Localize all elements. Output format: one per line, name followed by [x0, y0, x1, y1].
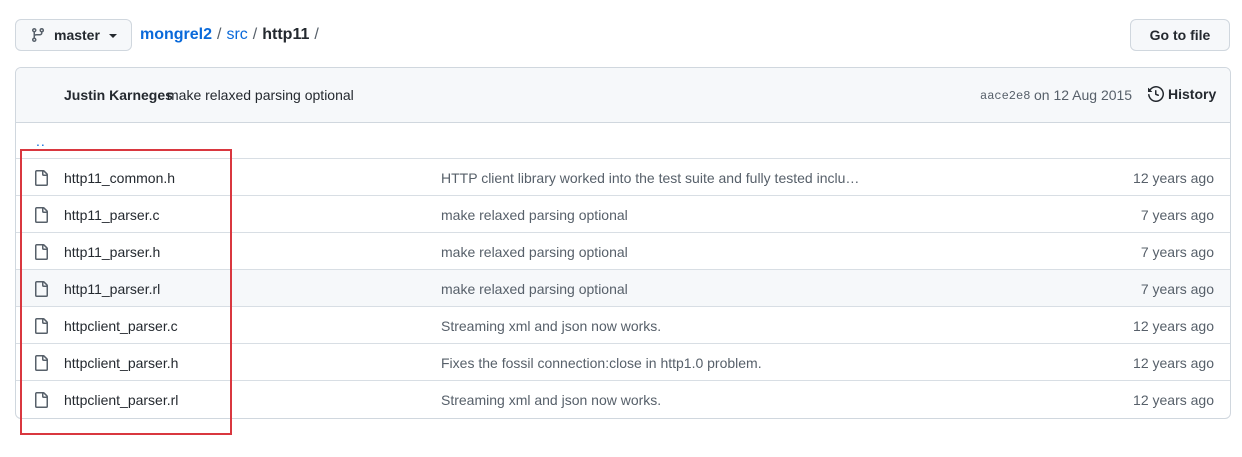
file-row[interactable]: httpclient_parser.h Fixes the fossil conn…: [16, 344, 1230, 381]
file-icon: [33, 207, 49, 226]
file-commit-age: 7 years ago: [1140, 207, 1214, 223]
latest-commit-header: Justin Karneges make relaxed parsing opt…: [16, 68, 1230, 123]
parent-directory-row[interactable]: ..: [16, 123, 1230, 159]
go-to-file-button[interactable]: Go to file: [1130, 19, 1230, 51]
branch-select-button[interactable]: master: [15, 19, 132, 51]
commit-author-link[interactable]: Justin Karneges: [64, 87, 173, 103]
file-commit-message-link[interactable]: Fixes the fossil connection:close in htt…: [441, 355, 762, 371]
file-icon: [33, 244, 49, 263]
breadcrumb-separator: /: [217, 26, 222, 43]
git-branch-icon: [32, 27, 44, 43]
file-icon: [33, 355, 49, 374]
breadcrumb-separator: /: [314, 26, 319, 43]
file-commit-message-link[interactable]: make relaxed parsing optional: [441, 281, 628, 297]
file-name-link[interactable]: http11_parser.c: [64, 207, 159, 223]
history-link[interactable]: History: [1148, 86, 1216, 102]
branch-label: master: [54, 27, 100, 43]
breadcrumb-current: http11: [262, 26, 310, 43]
commit-date: on 12 Aug 2015: [1034, 87, 1133, 103]
file-name-link[interactable]: httpclient_parser.h: [64, 355, 178, 371]
file-row[interactable]: httpclient_parser.rl Streaming xml and js…: [16, 381, 1230, 418]
history-label: History: [1168, 86, 1217, 102]
file-commit-message-link[interactable]: Streaming xml and json now works.: [441, 318, 661, 334]
file-row[interactable]: http11_parser.h make relaxed parsing opti…: [16, 233, 1230, 270]
file-row[interactable]: http11_common.h HTTP client library worke…: [16, 159, 1230, 196]
file-row[interactable]: http11_parser.c make relaxed parsing opti…: [16, 196, 1230, 233]
breadcrumb-repo-link[interactable]: mongrel2: [140, 24, 212, 46]
breadcrumb-src-link[interactable]: src: [226, 24, 247, 46]
file-commit-age: 12 years ago: [1133, 170, 1214, 186]
file-commit-age: 12 years ago: [1133, 355, 1214, 371]
caret-down-icon: [108, 34, 117, 38]
file-commit-age: 12 years ago: [1133, 318, 1214, 334]
file-row[interactable]: httpclient_parser.c Streaming xml and jso…: [16, 307, 1230, 344]
file-list-box: Justin Karneges make relaxed parsing opt…: [15, 67, 1231, 419]
breadcrumb-separator: /: [252, 26, 258, 43]
file-row[interactable]: http11_parser.rl make relaxed parsing opt…: [16, 270, 1230, 307]
file-icon: [33, 281, 49, 300]
file-icon: [33, 318, 49, 337]
file-commit-message-link[interactable]: make relaxed parsing optional: [441, 207, 628, 223]
file-commit-age: 7 years ago: [1140, 281, 1214, 297]
file-commit-age: 7 years ago: [1140, 244, 1214, 260]
file-name-link[interactable]: httpclient_parser.c: [64, 318, 178, 334]
file-name-link[interactable]: http11_common.h: [64, 170, 175, 186]
breadcrumb: mongrel2 / src / http11 /: [140, 24, 324, 46]
file-commit-message-link[interactable]: Streaming xml and json now works.: [441, 392, 661, 408]
parent-directory-link[interactable]: ..: [36, 133, 46, 149]
file-icon: [33, 392, 49, 411]
commit-message-link[interactable]: make relaxed parsing optional: [167, 87, 354, 103]
file-icon: [33, 170, 49, 189]
history-icon: [1148, 86, 1164, 102]
file-name-link[interactable]: http11_parser.rl: [64, 281, 160, 297]
file-name-link[interactable]: httpclient_parser.rl: [64, 392, 178, 408]
file-commit-message-link[interactable]: HTTP client library worked into the test…: [441, 170, 859, 186]
file-commit-message-link[interactable]: make relaxed parsing optional: [441, 244, 628, 260]
file-commit-age: 12 years ago: [1133, 392, 1214, 408]
commit-sha-link[interactable]: aace2e8: [980, 89, 1030, 103]
file-name-link[interactable]: http11_parser.h: [64, 244, 160, 260]
